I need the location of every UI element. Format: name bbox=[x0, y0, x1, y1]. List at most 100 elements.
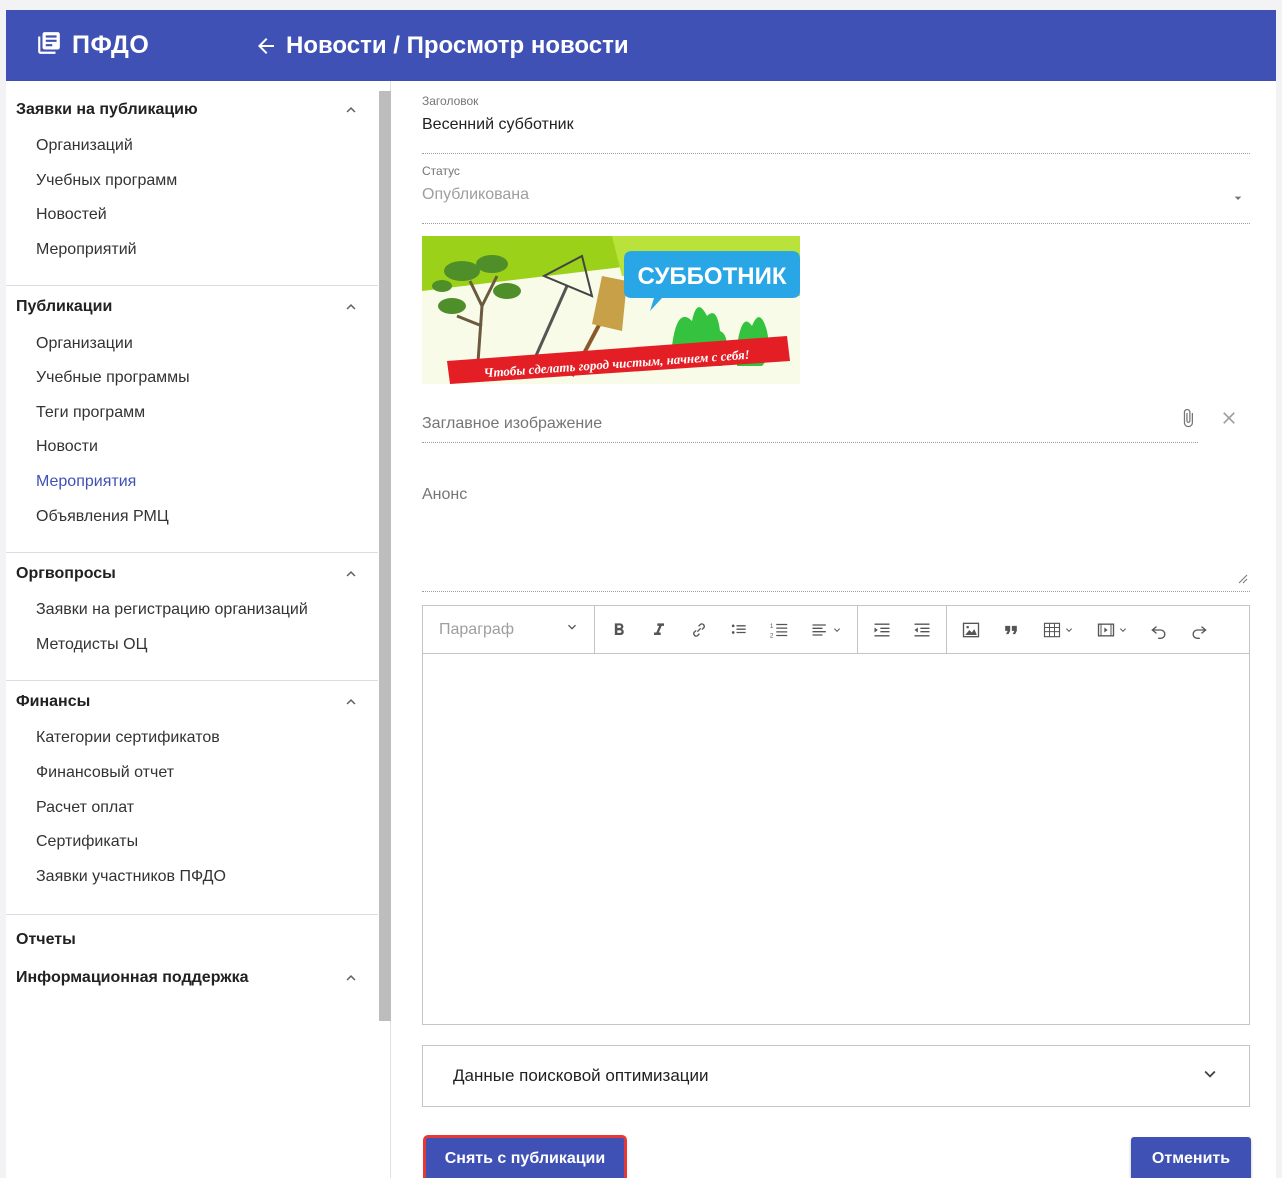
chevron-up-icon[interactable] bbox=[342, 101, 360, 119]
banner-title: СУББОТНИК bbox=[637, 263, 786, 290]
subbotnik-banner-image: СУББОТНИК Чтобы сделать город чистым, на… bbox=[422, 236, 800, 384]
editor-toolbar: Параграф 12 bbox=[423, 605, 1249, 654]
sidebar-section-title: Публикации bbox=[16, 298, 113, 316]
sidebar-section-header[interactable]: Заявки на публикацию bbox=[6, 91, 378, 129]
announce-label: Анонс bbox=[422, 486, 468, 503]
app-header: ПФДО Новости / Просмотр новости bbox=[6, 10, 1276, 81]
main-image-field[interactable]: Заглавное изображение bbox=[422, 401, 1198, 443]
chevron-down-icon bbox=[1199, 1063, 1221, 1090]
headline-field[interactable]: Заголовок Весенний субботник bbox=[422, 94, 1250, 154]
blockquote-icon[interactable] bbox=[993, 613, 1029, 647]
sidebar-item[interactable]: Финансовый отчет bbox=[6, 756, 378, 791]
undo-icon[interactable] bbox=[1141, 613, 1177, 647]
sidebar-item[interactable]: Учебные программы bbox=[6, 361, 378, 396]
sidebar-item[interactable]: Новостей bbox=[6, 198, 378, 233]
sidebar-section-reports: Отчеты bbox=[6, 921, 378, 959]
sidebar-section-org: Оргвопросы Заявки на регистрацию организ… bbox=[6, 555, 378, 662]
page-title: Новости / Просмотр новости bbox=[286, 31, 629, 59]
sidebar-item[interactable]: Методисты ОЦ bbox=[6, 628, 378, 663]
sidebar-item[interactable]: Сертификаты bbox=[6, 825, 378, 860]
rich-text-editor: Параграф 12 bbox=[422, 605, 1250, 1025]
sidebar-section-requests: Заявки на публикацию Организаций Учебных… bbox=[6, 91, 378, 267]
svg-text:2: 2 bbox=[770, 632, 774, 639]
sidebar-item[interactable]: Теги программ bbox=[6, 396, 378, 431]
sidebar-section-title: Отчеты bbox=[16, 931, 76, 949]
chevron-up-icon[interactable] bbox=[342, 298, 360, 316]
sidebar-item[interactable]: Заявки на регистрацию организаций bbox=[6, 593, 378, 628]
news-list-icon bbox=[36, 30, 62, 61]
back-arrow-icon[interactable] bbox=[254, 34, 278, 58]
insert-media-dropdown[interactable] bbox=[1087, 613, 1137, 647]
bold-icon[interactable] bbox=[601, 613, 637, 647]
sidebar-section-header[interactable]: Финансы bbox=[6, 683, 378, 721]
sidebar-item[interactable]: Категории сертификатов bbox=[6, 721, 378, 756]
sidebar-section-header[interactable]: Публикации bbox=[6, 288, 378, 326]
main-image-label: Заглавное изображение bbox=[422, 415, 603, 432]
bulleted-list-icon[interactable] bbox=[721, 613, 757, 647]
brand-name: ПФДО bbox=[72, 31, 150, 59]
status-label: Статус bbox=[422, 164, 460, 178]
headline-label: Заголовок bbox=[422, 94, 479, 108]
indent-increase-icon[interactable] bbox=[864, 613, 900, 647]
status-value: Опубликована bbox=[422, 186, 530, 203]
chevron-up-icon[interactable] bbox=[342, 693, 360, 711]
chevron-down-icon bbox=[1066, 627, 1072, 632]
resize-handle-icon[interactable] bbox=[1238, 571, 1248, 589]
sidebar-section-publications: Публикации Организации Учебные программы… bbox=[6, 288, 378, 534]
brand[interactable]: ПФДО bbox=[36, 10, 149, 81]
sidebar-scrollbar[interactable] bbox=[379, 91, 391, 1021]
sidebar-item-active[interactable]: Мероприятия bbox=[6, 465, 378, 500]
toolbar-group-insert bbox=[947, 606, 1223, 654]
seo-label: Данные поисковой оптимизации bbox=[453, 1066, 709, 1085]
cancel-button[interactable]: Отменить bbox=[1131, 1137, 1251, 1178]
announce-textarea[interactable]: Анонс bbox=[422, 474, 1250, 592]
sidebar-section-title: Финансы bbox=[16, 693, 91, 711]
dropdown-arrow-icon bbox=[1230, 190, 1246, 211]
close-icon[interactable] bbox=[1219, 408, 1239, 433]
unpublish-button[interactable]: Снять с публикации bbox=[423, 1135, 627, 1178]
chevron-up-icon[interactable] bbox=[342, 969, 360, 987]
paragraph-format-dropdown[interactable]: Параграф bbox=[423, 605, 595, 654]
headline-value: Весенний субботник bbox=[422, 116, 574, 133]
svg-text:1: 1 bbox=[770, 623, 774, 630]
sidebar-section-title: Заявки на публикацию bbox=[16, 101, 198, 118]
link-icon[interactable] bbox=[681, 613, 717, 647]
sidebar-item[interactable]: Новости bbox=[6, 430, 378, 465]
text-align-dropdown[interactable] bbox=[801, 613, 851, 647]
sidebar-item[interactable]: Мероприятий bbox=[6, 233, 378, 268]
chevron-down-icon bbox=[834, 627, 840, 632]
seo-accordion[interactable]: Данные поисковой оптимизации bbox=[422, 1045, 1250, 1107]
sidebar-section-title: Оргвопросы bbox=[16, 564, 116, 582]
sidebar-section-info-support: Информационная поддержка bbox=[6, 959, 378, 997]
sidebar-item[interactable]: Учебных программ bbox=[6, 164, 378, 199]
numbered-list-icon[interactable]: 12 bbox=[761, 613, 797, 647]
indent-decrease-icon[interactable] bbox=[904, 613, 940, 647]
hero-image: СУББОТНИК Чтобы сделать город чистым, на… bbox=[422, 236, 800, 384]
toolbar-group-indent bbox=[858, 605, 947, 654]
sidebar-item[interactable]: Расчет оплат bbox=[6, 790, 378, 825]
sidebar-section-header[interactable]: Оргвопросы bbox=[6, 555, 378, 593]
sidebar-section-finance: Финансы Категории сертификатов Финансовы… bbox=[6, 683, 378, 894]
toolbar-group-text: 12 bbox=[595, 605, 858, 654]
redo-icon[interactable] bbox=[1181, 613, 1217, 647]
chevron-down-icon bbox=[564, 619, 580, 640]
status-select[interactable]: Статус Опубликована bbox=[422, 164, 1250, 224]
insert-table-dropdown[interactable] bbox=[1033, 613, 1083, 647]
sidebar-item[interactable]: Объявления РМЦ bbox=[6, 499, 378, 534]
sidebar-item[interactable]: Организаций bbox=[6, 129, 378, 164]
sidebar-item[interactable]: Заявки участников ПФДО bbox=[6, 860, 378, 895]
sidebar-section-header[interactable]: Информационная поддержка bbox=[6, 959, 378, 997]
chevron-down-icon bbox=[1120, 627, 1126, 632]
paragraph-format-label: Параграф bbox=[439, 620, 514, 638]
sidebar-section-title: Информационная поддержка bbox=[16, 969, 249, 987]
chevron-up-icon[interactable] bbox=[342, 565, 360, 583]
italic-icon[interactable] bbox=[641, 613, 677, 647]
insert-image-icon[interactable] bbox=[953, 613, 989, 647]
editor-content-area[interactable] bbox=[423, 654, 1249, 1024]
sidebar: Заявки на публикацию Организаций Учебных… bbox=[6, 81, 391, 1178]
sidebar-section-header[interactable]: Отчеты bbox=[6, 921, 378, 959]
page-title-area: Новости / Просмотр новости bbox=[254, 10, 629, 81]
sidebar-item[interactable]: Организации bbox=[6, 326, 378, 361]
attach-icon[interactable] bbox=[1178, 406, 1198, 435]
app-frame: ПФДО Новости / Просмотр новости Заявки н… bbox=[6, 10, 1276, 1178]
